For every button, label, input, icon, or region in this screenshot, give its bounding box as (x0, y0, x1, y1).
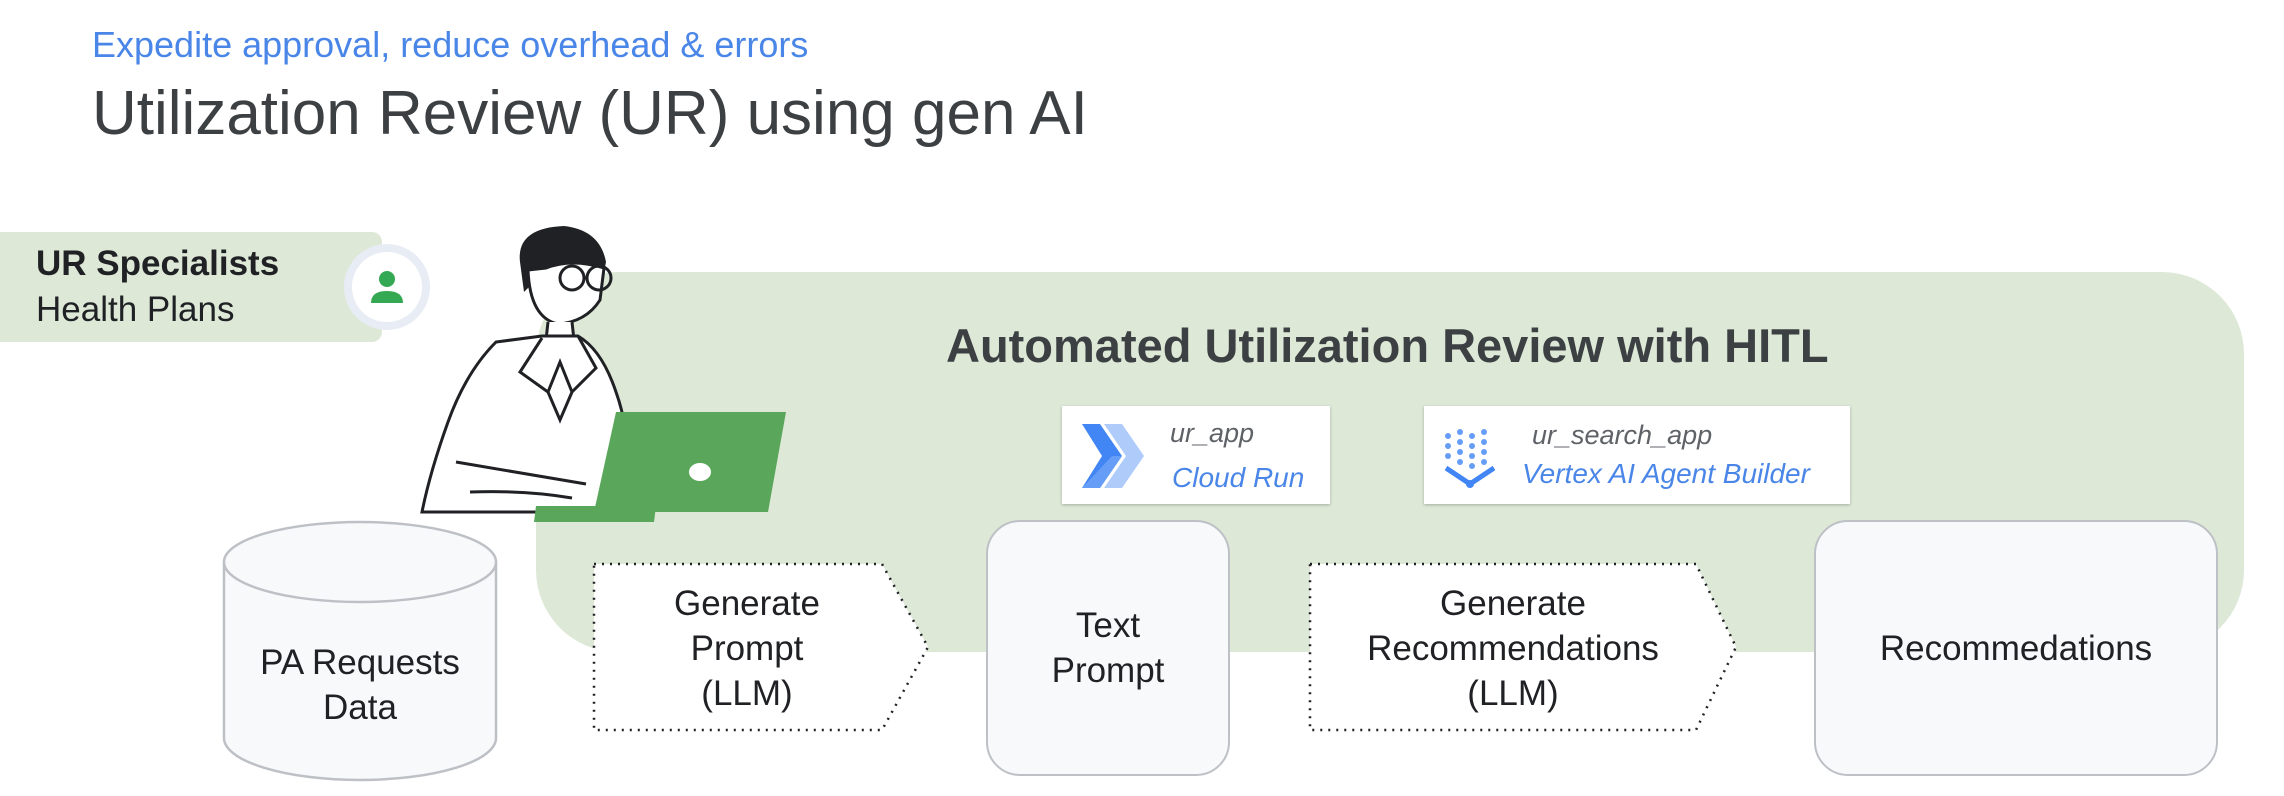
service-product-cloud-run: Cloud Run (1172, 462, 1305, 493)
text-prompt-line1: Text (1075, 606, 1141, 645)
specialist-illustration (420, 226, 786, 522)
generate-recommendations-line2: Recommendations (1367, 628, 1659, 668)
specialist-org: Health Plans (36, 290, 235, 329)
generate-recommendations-line1: Generate (1440, 583, 1586, 623)
vertex-ai-agent-builder-icon (1444, 429, 1496, 488)
specialist-role: UR Specialists (36, 244, 280, 283)
generate-prompt-line1: Generate (674, 583, 820, 623)
recommendations-label: Recommedations (1879, 628, 2153, 668)
service-product-vertex-ai: Vertex AI Agent Builder (1522, 458, 1810, 489)
pa-requests-line1: PA Requests (260, 643, 460, 682)
generate-prompt-line3: (LLM) (701, 673, 793, 713)
service-name-vertex-ai: ur_search_app (1532, 420, 1713, 450)
generate-prompt-line2: Prompt (690, 628, 804, 668)
service-name-cloud-run: ur_app (1170, 418, 1255, 448)
page-title: Utilization Review (UR) using gen AI (92, 79, 1088, 148)
text-prompt-label: Text Prompt (986, 520, 1230, 776)
pa-requests-line2: Data (323, 688, 397, 727)
page-subtitle: Expedite approval, reduce overhead & err… (92, 24, 809, 65)
generate-recommendations-line3: (LLM) (1467, 673, 1559, 713)
generate-recommendations-label: Generate Recommendations (LLM) (1308, 578, 1718, 718)
cloud-run-icon (1082, 424, 1144, 488)
pa-requests-label: PA Requests Data (222, 630, 498, 740)
generate-prompt-label: Generate Prompt (LLM) (592, 578, 902, 718)
text-prompt-line2: Prompt (1051, 651, 1165, 690)
panel-title: Automated Utilization Review with HITL (946, 319, 1829, 372)
